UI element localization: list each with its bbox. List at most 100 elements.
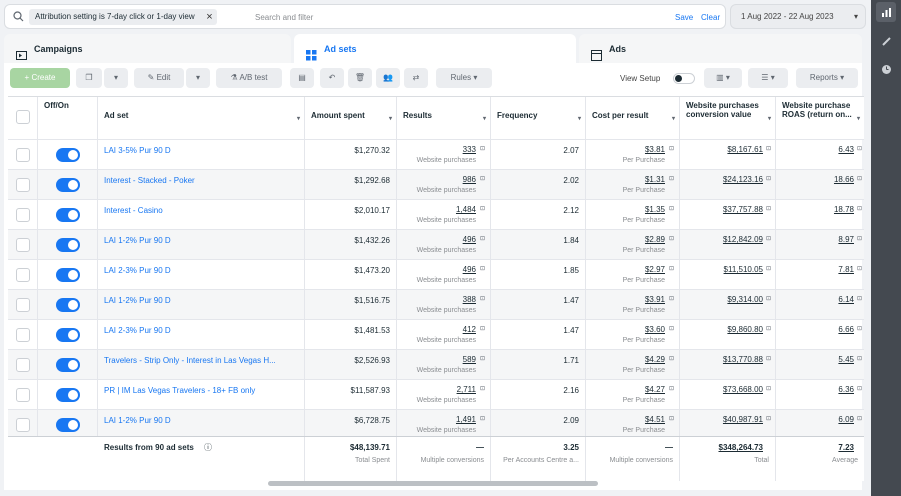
ad-set-name-link[interactable]: LAI 3-5% Pur 90 D — [104, 146, 299, 155]
ad-set-toggle[interactable] — [56, 418, 80, 432]
roas-value[interactable]: 6.14 — [838, 295, 854, 304]
compare-icon[interactable]: ⊡ — [766, 265, 771, 272]
cost-per-result-value[interactable]: $2.89 — [645, 235, 665, 244]
compare-icon[interactable]: ⊡ — [857, 295, 862, 302]
filter-bar[interactable]: Attribution setting is 7-day click or 1-… — [4, 4, 726, 29]
cost-per-result-value[interactable]: $3.60 — [645, 325, 665, 334]
compare-icon[interactable]: ⊡ — [669, 355, 674, 362]
results-value[interactable]: 496 — [463, 265, 476, 274]
compare-icon[interactable]: ⊡ — [766, 145, 771, 152]
ad-set-toggle[interactable] — [56, 388, 80, 402]
delete-button[interactable]: 🗑 — [348, 68, 372, 88]
compare-icon[interactable]: ⊡ — [480, 415, 485, 422]
columns-button[interactable]: ▥ ▾ — [704, 68, 742, 88]
roas-value[interactable]: 6.43 — [838, 145, 854, 154]
compare-icon[interactable]: ⊡ — [669, 205, 674, 212]
archive-button[interactable]: ▤ — [290, 68, 314, 88]
pencil-icon[interactable] — [879, 34, 893, 48]
row-checkbox[interactable] — [16, 148, 30, 162]
tab-ads[interactable]: Ads — [579, 34, 862, 64]
table-row[interactable]: LAI 3-5% Pur 90 D $1,270.32 333 ⊡ Website pu… — [8, 139, 864, 169]
ad-set-toggle[interactable] — [56, 208, 80, 222]
conversion-value[interactable]: $11,510.05 — [724, 265, 763, 274]
compare-icon[interactable]: ⊡ — [669, 385, 674, 392]
ad-set-name-link[interactable]: Travelers - Strip Only - Interest in Las… — [104, 356, 299, 365]
filter-chip[interactable]: Attribution setting is 7-day click or 1-… — [29, 9, 217, 25]
ad-set-toggle[interactable] — [56, 298, 80, 312]
compare-icon[interactable]: ⊡ — [480, 235, 485, 242]
view-setup-toggle[interactable] — [673, 73, 695, 84]
table-row[interactable]: LAI 2-3% Pur 90 D $1,473.20 496 ⊡ Website pu… — [8, 259, 864, 289]
compare-icon[interactable]: ⊡ — [766, 235, 771, 242]
results-value[interactable]: 496 — [463, 235, 476, 244]
roas-value[interactable]: 18.66 — [834, 175, 854, 184]
results-value[interactable]: 333 — [463, 145, 476, 154]
row-checkbox[interactable] — [16, 328, 30, 342]
clear-filter-link[interactable]: Clear — [701, 13, 720, 22]
ad-set-name-link[interactable]: Interest - Stacked - Poker — [104, 176, 299, 185]
roas-value[interactable]: 8.97 — [838, 235, 854, 244]
compare-icon[interactable]: ⊡ — [480, 145, 485, 152]
select-all-checkbox[interactable] — [16, 110, 30, 124]
compare-icon[interactable]: ⊡ — [857, 385, 862, 392]
compare-icon[interactable]: ⊡ — [857, 265, 862, 272]
table-row[interactable]: LAI 1-2% Pur 90 D $1,432.26 496 ⊡ Website pu… — [8, 229, 864, 259]
compare-icon[interactable]: ⊡ — [857, 355, 862, 362]
ad-set-toggle[interactable] — [56, 268, 80, 282]
compare-icon[interactable]: ⊡ — [480, 295, 485, 302]
results-value[interactable]: 986 — [463, 175, 476, 184]
table-row[interactable]: LAI 2-3% Pur 90 D $1,481.53 412 ⊡ Website pu… — [8, 319, 864, 349]
results-value[interactable]: 2,711 — [457, 385, 476, 394]
ad-set-toggle[interactable] — [56, 328, 80, 342]
compare-icon[interactable]: ⊡ — [766, 205, 771, 212]
cost-per-result-value[interactable]: $4.27 — [645, 385, 665, 394]
compare-icon[interactable]: ⊡ — [480, 205, 485, 212]
compare-icon[interactable]: ⊡ — [669, 295, 674, 302]
ab-test-button[interactable]: ⚗ A/B test — [216, 68, 282, 88]
row-checkbox[interactable] — [16, 208, 30, 222]
results-value[interactable]: 1,484 — [456, 205, 476, 214]
reports-button[interactable]: Reports ▾ — [796, 68, 858, 88]
row-checkbox[interactable] — [16, 298, 30, 312]
compare-icon[interactable]: ⊡ — [669, 325, 674, 332]
ad-set-name-link[interactable]: LAI 2-3% Pur 90 D — [104, 266, 299, 275]
table-row[interactable]: LAI 1-2% Pur 90 D $6,728.75 1,491 ⊡ Website … — [8, 409, 864, 439]
header-ad-set[interactable]: Ad set ▾ — [98, 97, 305, 139]
ad-set-name-link[interactable]: LAI 1-2% Pur 90 D — [104, 416, 299, 425]
table-row[interactable]: Travelers - Strip Only - Interest in Las… — [8, 349, 864, 379]
compare-icon[interactable]: ⊡ — [766, 175, 771, 182]
table-row[interactable]: PR | IM Las Vegas Travelers - 18+ FB onl… — [8, 379, 864, 409]
results-value[interactable]: 412 — [463, 325, 476, 334]
ad-set-toggle[interactable] — [56, 238, 80, 252]
conversion-value[interactable]: $9,860.80 — [727, 325, 763, 334]
create-button[interactable]: + Create — [10, 68, 70, 88]
row-checkbox[interactable] — [16, 238, 30, 252]
results-value[interactable]: 1,491 — [456, 415, 476, 424]
compare-icon[interactable]: ⊡ — [766, 325, 771, 332]
compare-icon[interactable]: ⊡ — [669, 265, 674, 272]
compare-icon[interactable]: ⊡ — [766, 385, 771, 392]
rules-button[interactable]: Rules ▾ — [436, 68, 492, 88]
roas-value[interactable]: 6.09 — [838, 415, 854, 424]
table-row[interactable]: Interest - Casino $2,010.17 1,484 ⊡ Website … — [8, 199, 864, 229]
compare-icon[interactable]: ⊡ — [480, 385, 485, 392]
row-checkbox[interactable] — [16, 358, 30, 372]
tab-campaigns[interactable]: Campaigns — [4, 34, 291, 64]
results-value[interactable]: 589 — [463, 355, 476, 364]
cost-per-result-value[interactable]: $2.97 — [645, 265, 665, 274]
preview-button[interactable]: ⇄ — [404, 68, 428, 88]
conversion-value[interactable]: $40,987.91 — [723, 415, 763, 424]
compare-icon[interactable]: ⊡ — [857, 235, 862, 242]
cost-per-result-value[interactable]: $4.51 — [645, 415, 665, 424]
cost-per-result-value[interactable]: $4.29 — [645, 355, 665, 364]
row-checkbox[interactable] — [16, 418, 30, 432]
table-row[interactable]: Interest - Stacked - Poker $1,292.68 986 ⊡ W… — [8, 169, 864, 199]
conversion-value[interactable]: $13,770.88 — [723, 355, 763, 364]
compare-icon[interactable]: ⊡ — [480, 265, 485, 272]
horizontal-scrollbar[interactable] — [268, 481, 598, 486]
compare-icon[interactable]: ⊡ — [857, 145, 862, 152]
table-row[interactable]: LAI 1-2% Pur 90 D $1,516.75 388 ⊡ Website pu… — [8, 289, 864, 319]
compare-icon[interactable]: ⊡ — [857, 415, 862, 422]
tab-ad-sets[interactable]: Ad sets — [294, 34, 576, 64]
ad-set-toggle[interactable] — [56, 178, 80, 192]
